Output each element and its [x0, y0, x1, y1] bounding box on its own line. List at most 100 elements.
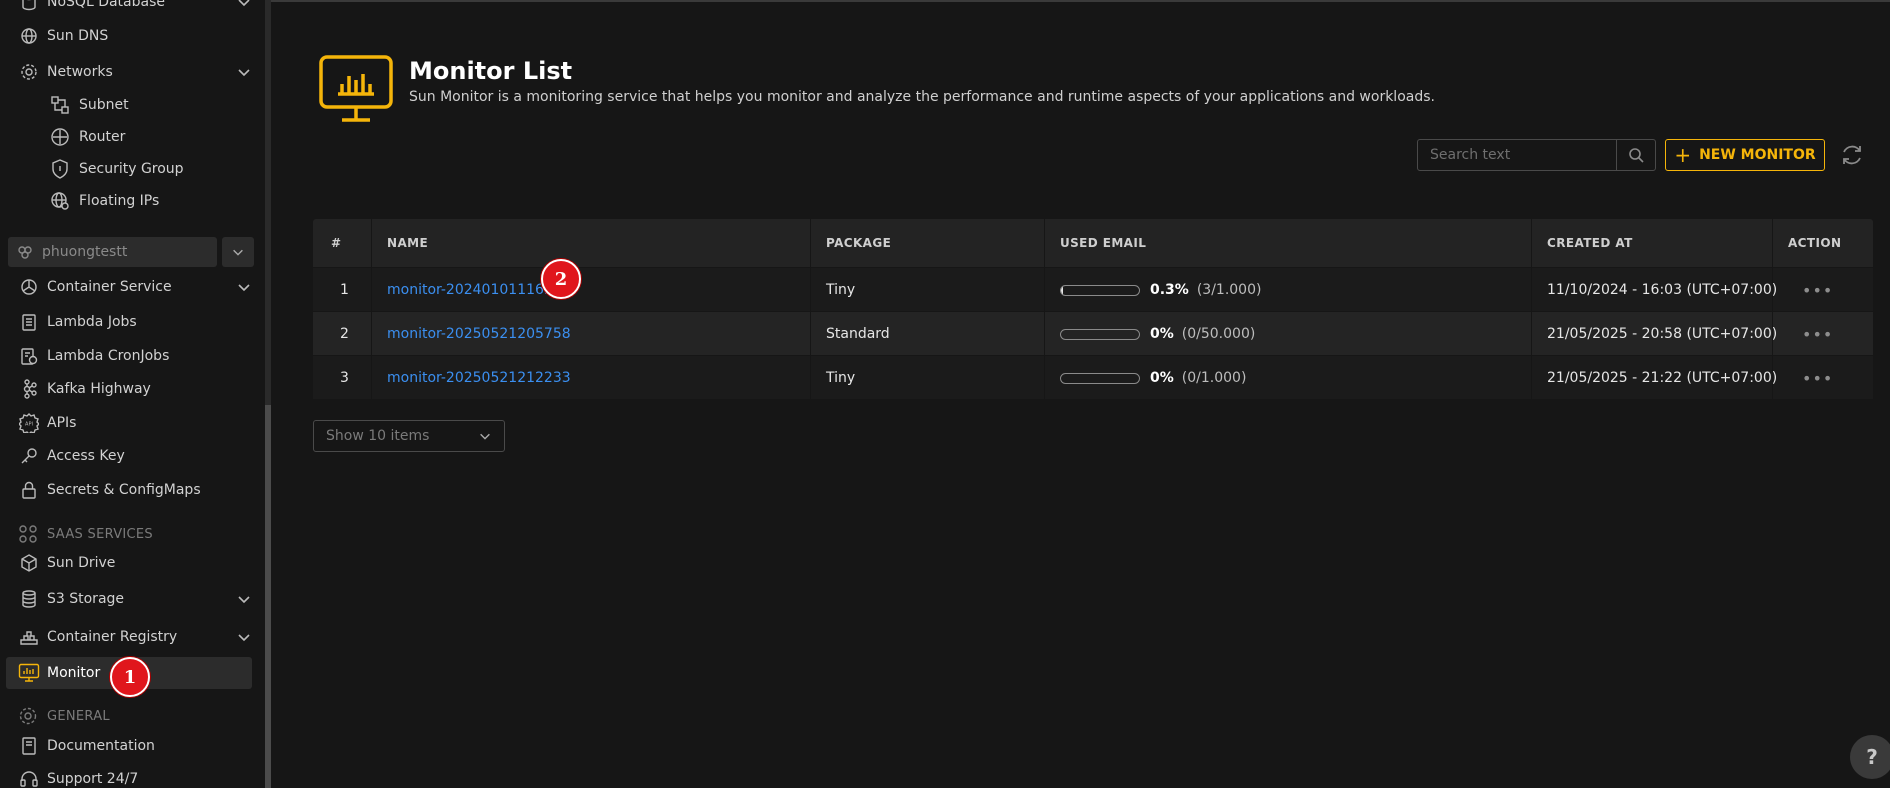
- project-toggle-button[interactable]: [222, 237, 254, 267]
- chevron-down-icon: [238, 284, 250, 292]
- monitor-name-link[interactable]: monitor-2024010111636: [387, 268, 562, 312]
- cube-icon: [18, 552, 40, 574]
- column-header-index: #: [331, 236, 342, 250]
- row-package: Tiny: [826, 370, 856, 386]
- shield-icon: [49, 158, 71, 180]
- monitor-name-link[interactable]: monitor-20250521212233: [387, 356, 571, 400]
- sidebar-item-label: Floating IPs: [79, 193, 160, 209]
- sidebar-item-label: Support 24/7: [47, 771, 139, 787]
- sidebar-item-secrets-configmaps[interactable]: Secrets & ConfigMaps: [0, 474, 260, 506]
- svg-text:API: API: [25, 422, 33, 428]
- lock-icon: [18, 479, 40, 501]
- sidebar-item-label: Container Registry: [47, 629, 178, 645]
- plus-icon: +: [1674, 143, 1692, 167]
- sidebar-scrollbar-thumb[interactable]: [265, 405, 271, 788]
- sidebar-item-security-group[interactable]: Security Group: [0, 153, 260, 185]
- row-index: 1: [340, 282, 349, 298]
- table-header: # NAME PACKAGE USED EMAIL CREATED AT ACT…: [313, 219, 1873, 267]
- monitor-name-link[interactable]: monitor-20250521205758: [387, 312, 571, 356]
- table-row: 2 monitor-20250521205758 Standard 0% (0/…: [313, 311, 1873, 355]
- sidebar-item-subnet[interactable]: Subnet: [0, 89, 260, 121]
- chevron-down-icon: [238, 0, 250, 7]
- refresh-icon[interactable]: [1839, 142, 1865, 168]
- sidebar-item-sun-dns[interactable]: Sun DNS: [0, 20, 260, 52]
- gear-icon: [19, 707, 37, 725]
- section-saas-services: SAAS SERVICES: [0, 520, 260, 548]
- kafka-icon: [18, 378, 40, 400]
- chevron-down-icon: [233, 249, 243, 256]
- sidebar-item-access-key[interactable]: Access Key: [0, 440, 260, 472]
- sidebar-item-container-service[interactable]: Container Service: [0, 271, 260, 303]
- sidebar-item-label: Kafka Highway: [47, 381, 151, 397]
- network-icon: [18, 61, 40, 83]
- row-created-at: 21/05/2025 - 20:58 (UTC+07:00): [1547, 326, 1778, 342]
- headset-icon: [18, 768, 40, 788]
- database-icon: [18, 0, 40, 13]
- globe-icon: [18, 25, 40, 47]
- clipboard-icon: [18, 311, 40, 333]
- api-gear-icon: API: [18, 412, 40, 434]
- sidebar-item-apis[interactable]: API APIs: [0, 407, 260, 439]
- section-label: SAAS SERVICES: [47, 526, 153, 542]
- row-package: Tiny: [826, 282, 856, 298]
- registry-icon: [18, 626, 40, 648]
- usage-progress-bar: [1060, 328, 1140, 340]
- sidebar-item-label: NoSQL Database: [47, 0, 165, 10]
- more-actions-icon[interactable]: •••: [1802, 268, 1833, 312]
- sidebar-item-label: APIs: [47, 415, 77, 431]
- sidebar-item-lambda-cronjobs[interactable]: Lambda CronJobs: [0, 340, 260, 372]
- page-description: Sun Monitor is a monitoring service that…: [409, 89, 1435, 105]
- row-created-at: 11/10/2024 - 16:03 (UTC+07:00): [1547, 282, 1778, 298]
- chevron-down-icon: [480, 433, 490, 440]
- sidebar-item-label: Lambda Jobs: [47, 314, 137, 330]
- router-icon: [49, 126, 71, 148]
- page-size-select[interactable]: Show 10 items: [313, 420, 505, 452]
- sidebar-item-floating-ips[interactable]: Floating IPs: [0, 185, 260, 217]
- sidebar-item-label: Access Key: [47, 448, 125, 464]
- page-size-label: Show 10 items: [326, 428, 430, 444]
- sidebar-item-lambda-jobs[interactable]: Lambda Jobs: [0, 306, 260, 338]
- section-general: GENERAL: [0, 702, 260, 730]
- top-divider: [271, 0, 1890, 2]
- row-created-at: 21/05/2025 - 21:22 (UTC+07:00): [1547, 370, 1778, 386]
- clipboard-clock-icon: [18, 345, 40, 367]
- new-monitor-button[interactable]: + NEW MONITOR: [1665, 139, 1825, 171]
- sidebar-item-label: Monitor: [47, 665, 101, 681]
- usage-percent: 0.3%: [1150, 282, 1189, 298]
- more-actions-icon[interactable]: •••: [1802, 312, 1833, 356]
- project-icon: [16, 243, 34, 261]
- monitor-icon: [18, 662, 40, 684]
- sidebar-item-label: S3 Storage: [47, 591, 125, 607]
- sidebar-item-networks[interactable]: Networks: [0, 56, 260, 88]
- search-button[interactable]: [1616, 139, 1656, 171]
- floating-ip-icon: [49, 190, 71, 212]
- row-index: 3: [340, 370, 349, 386]
- chevron-down-icon: [238, 596, 250, 604]
- usage-count: (3/1.000): [1196, 282, 1262, 298]
- sidebar-item-support[interactable]: Support 24/7: [0, 763, 260, 788]
- storage-icon: [18, 588, 40, 610]
- book-icon: [18, 735, 40, 757]
- used-email-cell: 0% (0/50.000): [1060, 312, 1255, 356]
- sidebar-item-label: Documentation: [47, 738, 155, 754]
- sidebar-item-router[interactable]: Router: [0, 121, 260, 153]
- section-label: GENERAL: [47, 708, 110, 724]
- search-icon: [1629, 148, 1644, 163]
- subnet-icon: [49, 94, 71, 116]
- monitor-table: # NAME PACKAGE USED EMAIL CREATED AT ACT…: [313, 219, 1873, 399]
- new-monitor-label: NEW MONITOR: [1699, 147, 1816, 163]
- search-input[interactable]: [1417, 139, 1617, 171]
- column-divider: [1772, 219, 1773, 399]
- sidebar-item-nosql-database[interactable]: NoSQL Database: [0, 0, 260, 18]
- sidebar-item-s3-storage[interactable]: S3 Storage: [0, 583, 260, 615]
- project-selector[interactable]: phuongtestt: [8, 237, 217, 267]
- help-button[interactable]: ?: [1850, 735, 1890, 779]
- sidebar-item-sun-drive[interactable]: Sun Drive: [0, 547, 260, 579]
- grid-icon: [19, 525, 37, 543]
- sidebar-item-label: Lambda CronJobs: [47, 348, 170, 364]
- sidebar-item-kafka-highway[interactable]: Kafka Highway: [0, 373, 260, 405]
- sidebar-item-documentation[interactable]: Documentation: [0, 730, 260, 762]
- sidebar-item-container-registry[interactable]: Container Registry: [0, 621, 260, 653]
- more-actions-icon[interactable]: •••: [1802, 356, 1833, 400]
- used-email-cell: 0.3% (3/1.000): [1060, 268, 1261, 312]
